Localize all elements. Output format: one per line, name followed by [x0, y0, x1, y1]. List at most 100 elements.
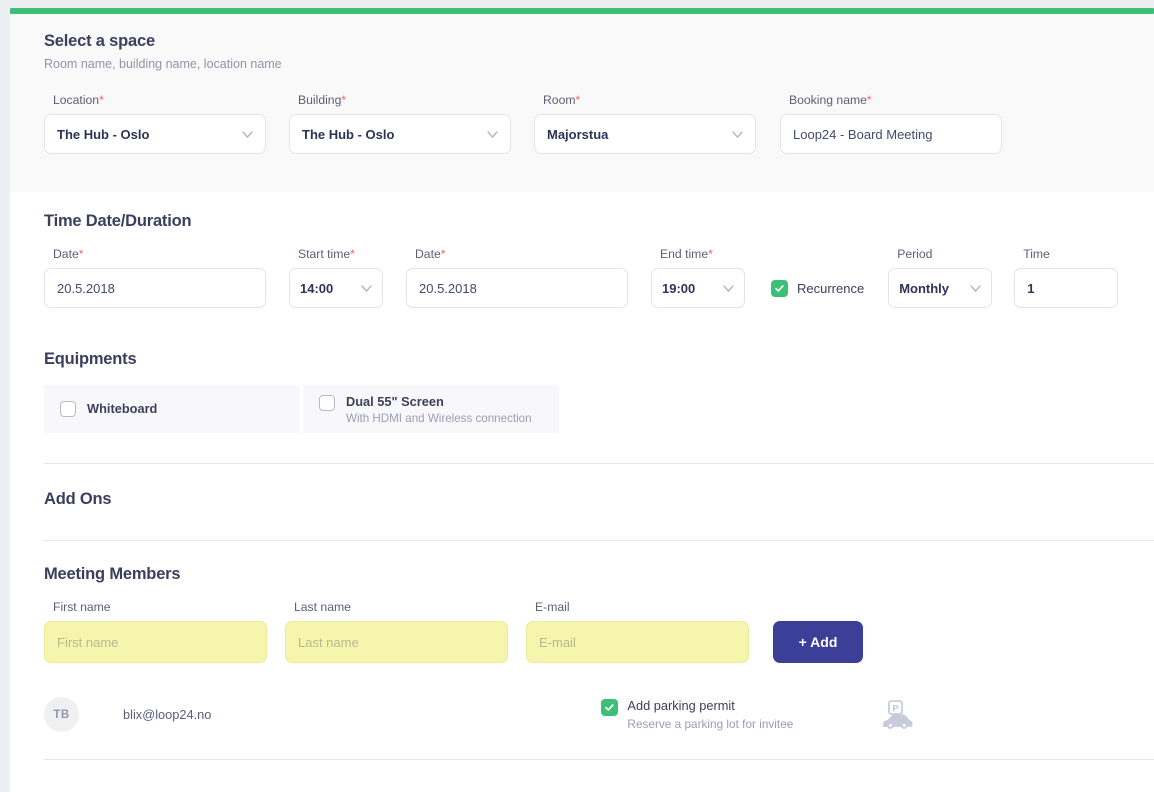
parking-permit-sublabel: Reserve a parking lot for invitee	[627, 717, 793, 731]
required-marker: *	[341, 93, 346, 107]
time-count-value: 1	[1027, 281, 1034, 296]
room-value: Majorstua	[547, 127, 608, 142]
booking-form-page: Select a space Room name, building name,…	[0, 0, 1154, 792]
chevron-down-icon	[732, 131, 743, 138]
building-value: The Hub - Oslo	[302, 127, 394, 142]
end-time-select[interactable]: 19:00	[651, 268, 745, 308]
end-date-input[interactable]: 20.5.2018	[406, 268, 628, 308]
building-field-group: Building* The Hub - Oslo	[289, 93, 511, 154]
divider	[44, 759, 1154, 760]
first-name-placeholder: First name	[57, 635, 118, 650]
start-time-select[interactable]: 14:00	[289, 268, 383, 308]
start-date-input[interactable]: 20.5.2018	[44, 268, 266, 308]
equipments-section: Equipments Whiteboard Dual 55" Screen Wi…	[10, 308, 1154, 464]
time-count-label: Time	[1014, 247, 1118, 261]
car-parking-icon: P	[880, 700, 914, 730]
time-count-group: Time 1	[1014, 247, 1118, 308]
add-member-button[interactable]: + Add	[773, 621, 863, 663]
time-count-input[interactable]: 1	[1014, 268, 1118, 308]
start-time-group: Start time* 14:00	[289, 247, 383, 308]
select-space-subtitle: Room name, building name, location name	[44, 57, 1130, 71]
period-value: Monthly	[899, 281, 949, 296]
required-marker: *	[441, 247, 446, 261]
required-marker: *	[576, 93, 581, 107]
end-time-label: End time*	[651, 247, 745, 261]
email-input[interactable]: E-mail	[526, 621, 749, 663]
required-marker: *	[79, 247, 84, 261]
building-select[interactable]: The Hub - Oslo	[289, 114, 511, 154]
location-field-group: Location* The Hub - Oslo	[44, 93, 266, 154]
parking-permit-label: Add parking permit	[627, 698, 793, 713]
required-marker: *	[867, 93, 872, 107]
end-date-group: Date* 20.5.2018	[406, 247, 628, 308]
end-time-value: 19:00	[662, 281, 695, 296]
svg-text:P: P	[893, 704, 900, 715]
end-date-value: 20.5.2018	[419, 281, 477, 296]
equipment-sublabel: With HDMI and Wireless connection	[346, 412, 532, 425]
last-name-label: Last name	[285, 600, 508, 614]
check-icon[interactable]	[601, 699, 618, 716]
equipments-list: Whiteboard Dual 55" Screen With HDMI and…	[44, 385, 1130, 433]
parking-permit-group: Add parking permit Reserve a parking lot…	[601, 698, 914, 730]
last-name-input[interactable]: Last name	[285, 621, 508, 663]
booking-name-value: Loop24 - Board Meeting	[793, 127, 932, 142]
form-card: Select a space Room name, building name,…	[10, 14, 1154, 792]
start-time-value: 14:00	[300, 281, 333, 296]
location-label: Location*	[44, 93, 266, 107]
last-name-placeholder: Last name	[298, 635, 359, 650]
required-marker: *	[350, 247, 355, 261]
building-label: Building*	[289, 93, 511, 107]
check-icon[interactable]	[771, 280, 788, 297]
time-duration-title: Time Date/Duration	[44, 212, 1130, 231]
top-strip	[0, 0, 1154, 8]
start-date-label: Date*	[44, 247, 266, 261]
booking-name-input[interactable]: Loop24 - Board Meeting	[780, 114, 1002, 154]
first-name-label: First name	[44, 600, 267, 614]
email-label: E-mail	[526, 600, 749, 614]
recurrence-toggle[interactable]: Recurrence	[771, 268, 864, 308]
location-select[interactable]: The Hub - Oslo	[44, 114, 266, 154]
recurrence-label: Recurrence	[797, 281, 864, 296]
end-date-label: Date*	[406, 247, 628, 261]
member-email: blix@loop24.no	[123, 707, 211, 722]
equipment-item-whiteboard[interactable]: Whiteboard	[44, 385, 300, 433]
time-duration-section: Time Date/Duration Date* 20.5.2018 Start…	[10, 192, 1154, 308]
member-row: TB blix@loop24.no Add parking permit Res…	[44, 697, 1130, 732]
email-placeholder: E-mail	[539, 635, 576, 650]
recurrence-group: . Recurrence	[771, 247, 864, 308]
period-label: Period	[888, 247, 992, 261]
meeting-members-section: Meeting Members First name First name La…	[10, 541, 1154, 760]
add-ons-section: Add Ons	[10, 464, 1154, 541]
avatar: TB	[44, 697, 79, 732]
chevron-down-icon	[970, 285, 981, 292]
required-marker: *	[708, 247, 713, 261]
end-time-group: End time* 19:00	[651, 247, 745, 308]
chevron-down-icon	[723, 285, 734, 292]
equipment-label: Whiteboard	[87, 401, 157, 417]
start-date-group: Date* 20.5.2018	[44, 247, 266, 308]
left-gutter	[0, 0, 10, 792]
chevron-down-icon	[242, 131, 253, 138]
select-space-section: Select a space Room name, building name,…	[10, 14, 1154, 192]
add-button-group: . + Add	[773, 600, 863, 663]
equipments-title: Equipments	[44, 350, 1130, 369]
period-select[interactable]: Monthly	[888, 268, 992, 308]
room-field-group: Room* Majorstua	[534, 93, 756, 154]
last-name-group: Last name Last name	[285, 600, 508, 663]
chevron-down-icon	[361, 285, 372, 292]
room-label: Room*	[534, 93, 756, 107]
equipment-item-dual-screen[interactable]: Dual 55" Screen With HDMI and Wireless c…	[303, 385, 559, 433]
meeting-members-title: Meeting Members	[44, 565, 1130, 584]
select-space-title: Select a space	[44, 32, 1130, 51]
email-group: E-mail E-mail	[526, 600, 749, 663]
start-time-label: Start time*	[289, 247, 383, 261]
first-name-input[interactable]: First name	[44, 621, 267, 663]
booking-name-field-group: Booking name* Loop24 - Board Meeting	[780, 93, 1002, 154]
first-name-group: First name First name	[44, 600, 267, 663]
booking-name-label: Booking name*	[780, 93, 1002, 107]
checkbox-icon[interactable]	[319, 395, 335, 411]
room-select[interactable]: Majorstua	[534, 114, 756, 154]
equipment-label: Dual 55" Screen	[346, 394, 532, 410]
add-ons-title: Add Ons	[44, 490, 1130, 509]
checkbox-icon[interactable]	[60, 401, 76, 417]
